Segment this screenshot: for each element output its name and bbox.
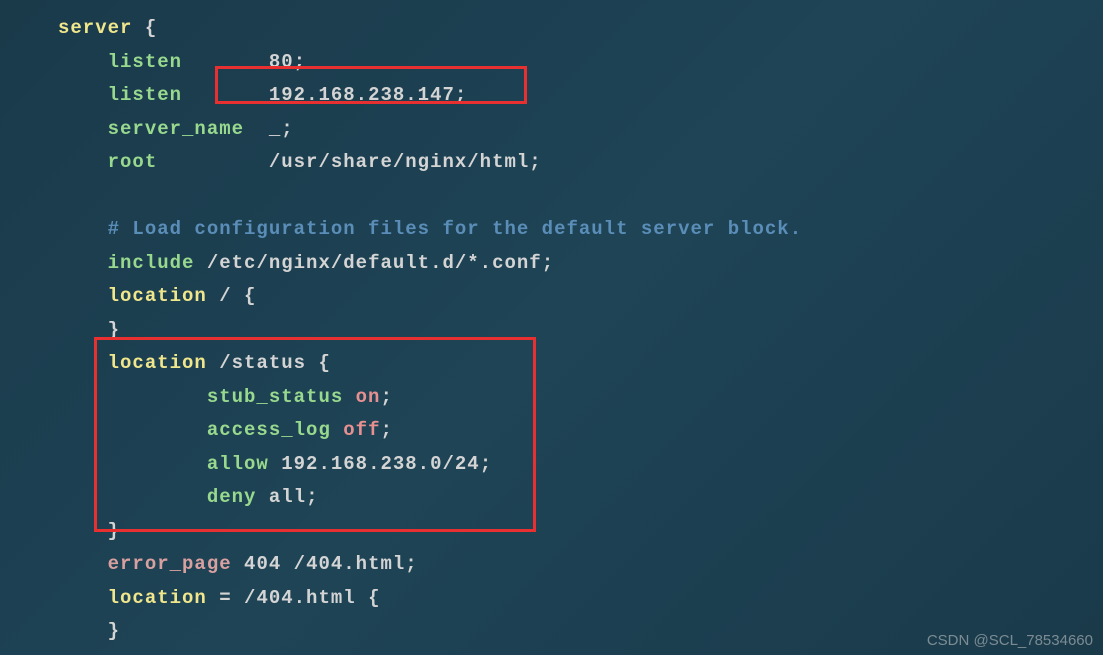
keyword-location: location <box>108 587 207 609</box>
keyword-allow: allow <box>207 453 269 475</box>
keyword-errorpage: error_page <box>108 553 232 575</box>
code-line: allow 192.168.238.0/24; <box>58 448 1103 482</box>
value-path: /404.html <box>244 587 356 609</box>
keyword-servername: server_name <box>108 118 244 140</box>
keyword-location: location <box>108 285 207 307</box>
semicolon: ; <box>405 553 417 575</box>
code-line: root /usr/share/nginx/html; <box>58 146 1103 180</box>
code-line: location /status { <box>58 347 1103 381</box>
keyword-root: root <box>108 151 158 173</box>
value-code: 404 <box>244 553 281 575</box>
code-line: server { <box>58 12 1103 46</box>
keyword-accesslog: access_log <box>207 419 331 441</box>
code-line: location / { <box>58 280 1103 314</box>
comment-text: # Load configuration files for the defau… <box>108 218 803 240</box>
value-on: on <box>356 386 381 408</box>
semicolon: ; <box>306 486 318 508</box>
semicolon: ; <box>380 419 392 441</box>
keyword-listen: listen <box>108 84 182 106</box>
value-off: off <box>343 419 380 441</box>
keyword-stubstatus: stub_status <box>207 386 343 408</box>
code-line: stub_status on; <box>58 381 1103 415</box>
keyword-include: include <box>108 252 195 274</box>
brace: { <box>368 587 380 609</box>
value-ip: 192.168.238.147 <box>269 84 455 106</box>
value-underscore: _ <box>269 118 281 140</box>
code-line: server_name _; <box>58 113 1103 147</box>
code-line-blank <box>58 180 1103 214</box>
semicolon: ; <box>294 51 306 73</box>
code-line: access_log off; <box>58 414 1103 448</box>
value-path: /usr/share/nginx/html <box>269 151 529 173</box>
equals: = <box>219 587 231 609</box>
code-line: include /etc/nginx/default.d/*.conf; <box>58 247 1103 281</box>
watermark-text: CSDN @SCL_78534660 <box>927 632 1093 649</box>
brace: { <box>244 285 256 307</box>
value-path: /status <box>219 352 306 374</box>
semicolon: ; <box>455 84 467 106</box>
brace: { <box>318 352 330 374</box>
brace: } <box>108 319 120 341</box>
value-all: all <box>269 486 306 508</box>
keyword-deny: deny <box>207 486 257 508</box>
code-block: server { listen 80; listen 192.168.238.1… <box>0 0 1103 649</box>
value-path: / <box>219 285 231 307</box>
code-line: listen 80; <box>58 46 1103 80</box>
keyword-listen: listen <box>108 51 182 73</box>
value-port: 80 <box>269 51 294 73</box>
value-path: /404.html <box>294 553 406 575</box>
code-line-comment: # Load configuration files for the defau… <box>58 213 1103 247</box>
code-line: error_page 404 /404.html; <box>58 548 1103 582</box>
value-cidr: 192.168.238.0/24 <box>281 453 479 475</box>
code-line: } <box>58 314 1103 348</box>
code-line: } <box>58 515 1103 549</box>
semicolon: ; <box>542 252 554 274</box>
keyword-server: server <box>58 17 132 39</box>
semicolon: ; <box>380 386 392 408</box>
semicolon: ; <box>480 453 492 475</box>
brace: { <box>132 17 157 39</box>
code-line: deny all; <box>58 481 1103 515</box>
semicolon: ; <box>281 118 293 140</box>
code-line: location = /404.html { <box>58 582 1103 616</box>
value-path: /etc/nginx/default.d/*.conf <box>207 252 542 274</box>
brace: } <box>108 520 120 542</box>
code-line: listen 192.168.238.147; <box>58 79 1103 113</box>
keyword-location: location <box>108 352 207 374</box>
brace: } <box>108 620 120 642</box>
semicolon: ; <box>529 151 541 173</box>
